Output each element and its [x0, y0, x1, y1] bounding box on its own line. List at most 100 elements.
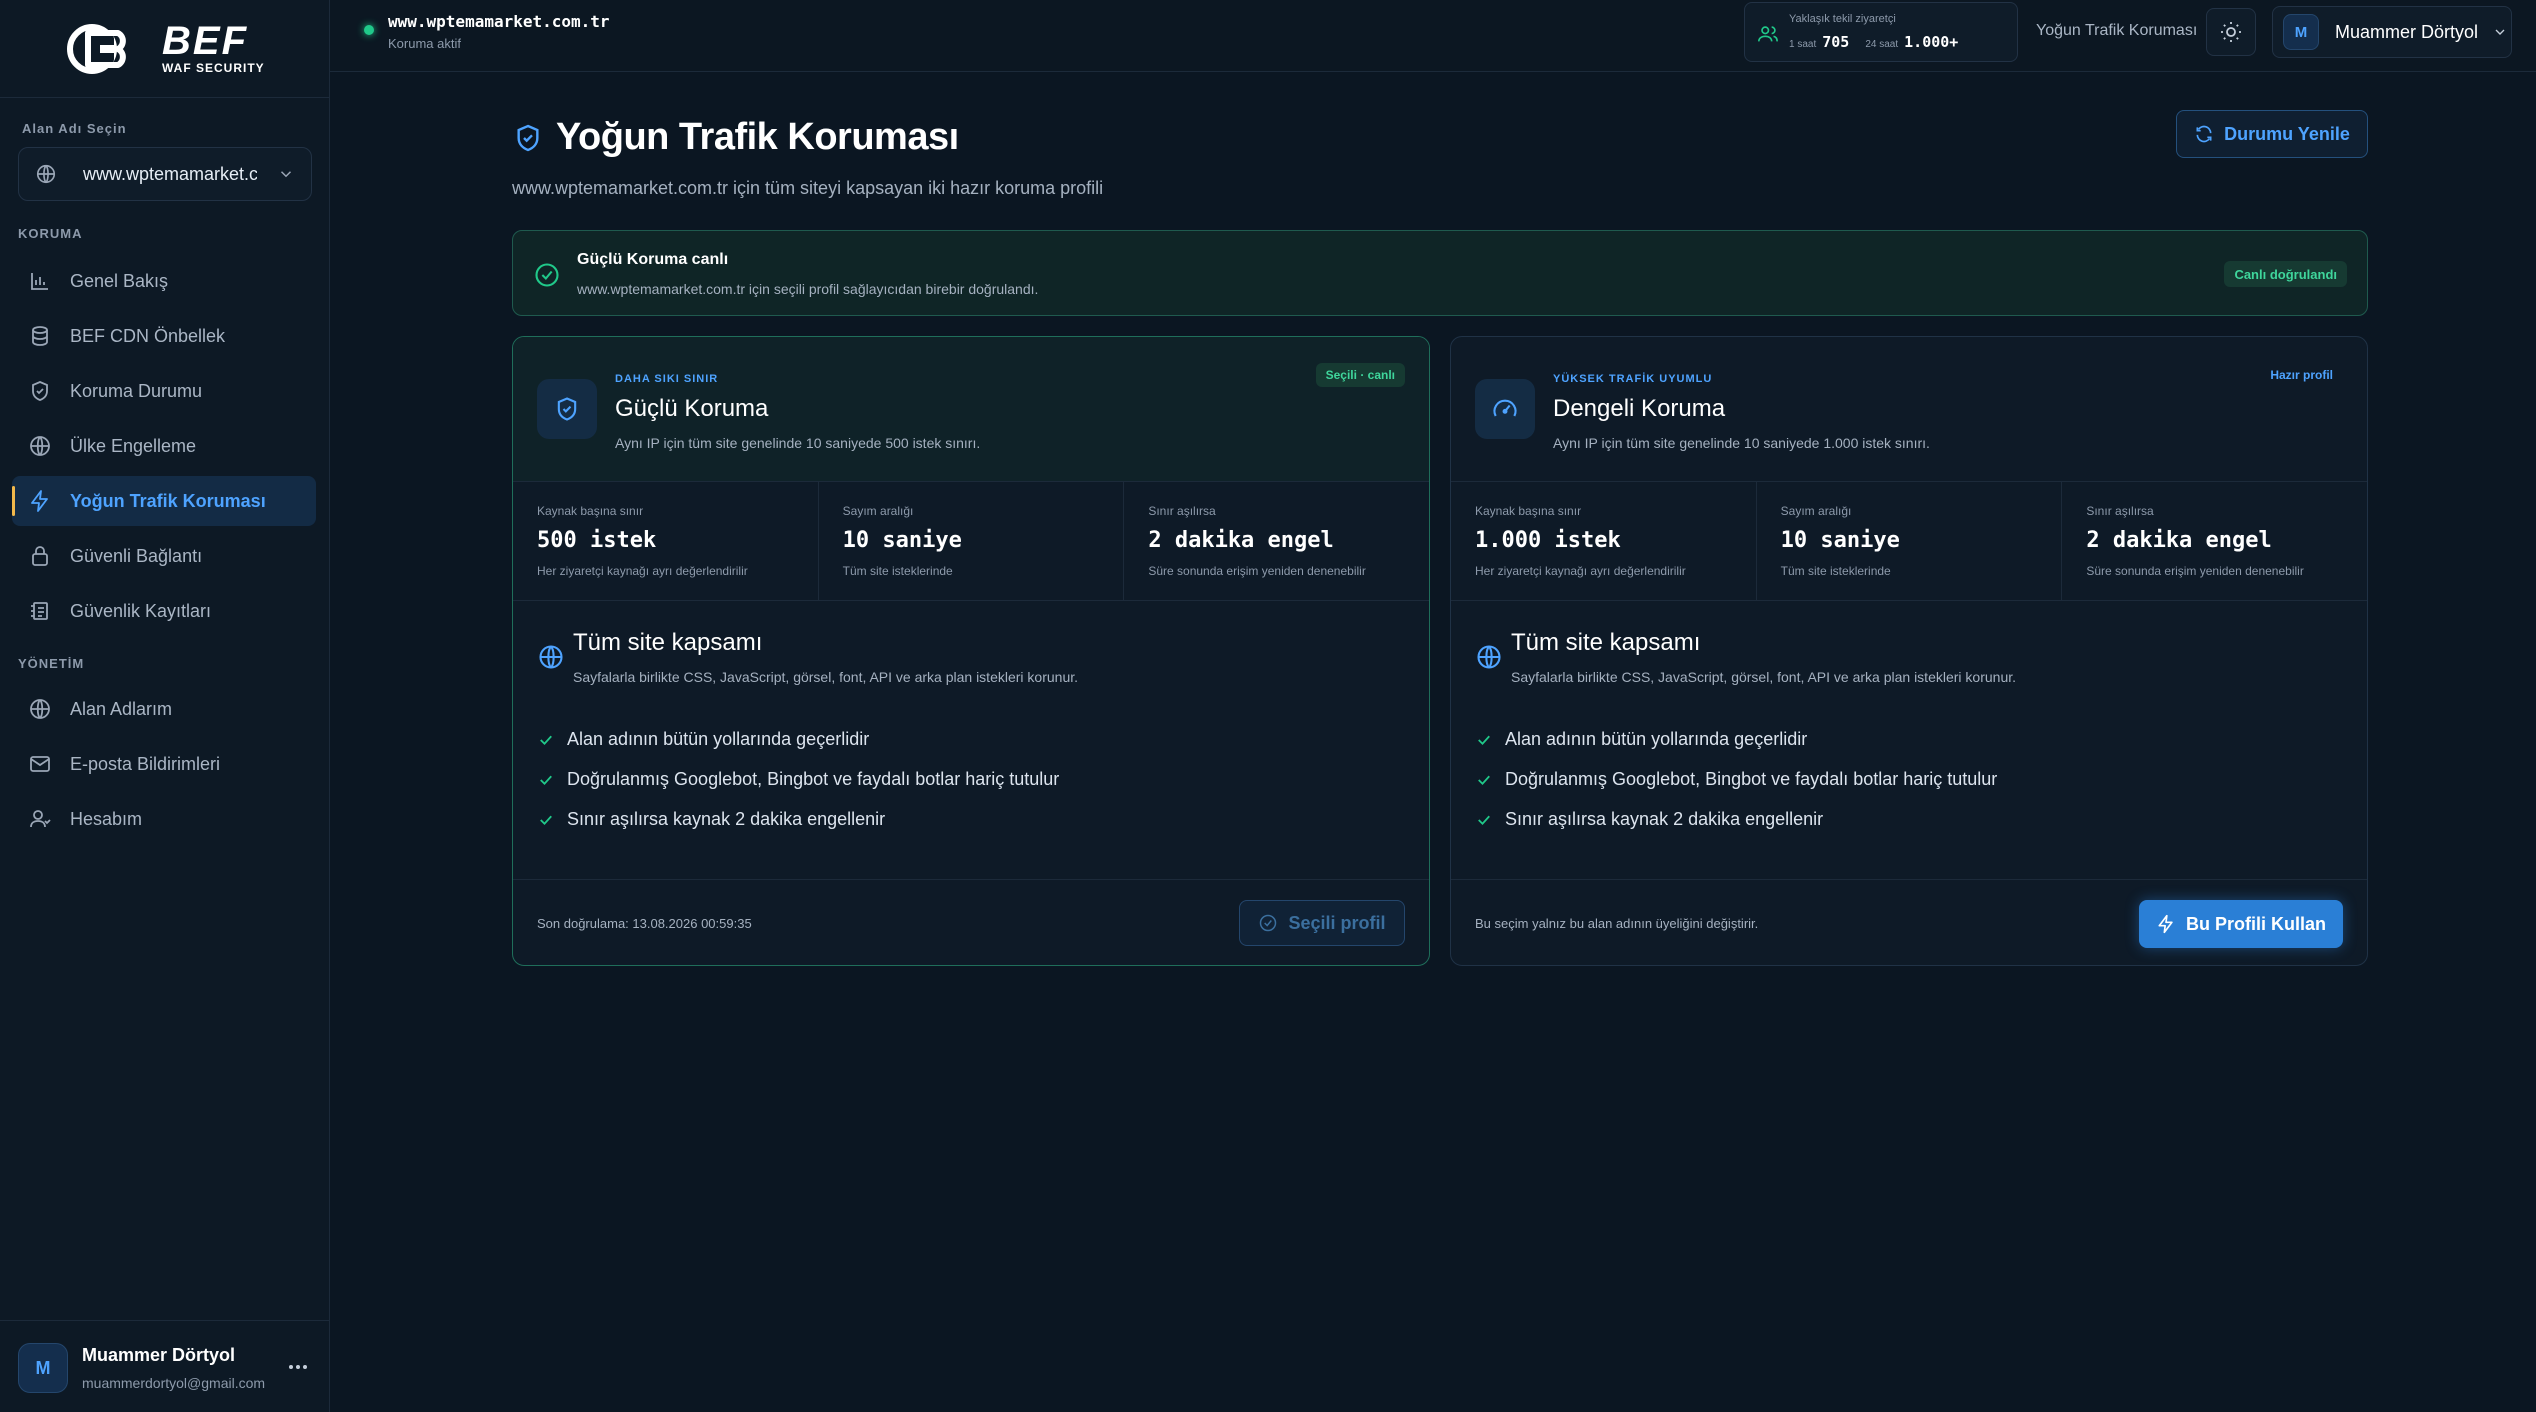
profile-icon — [1475, 379, 1535, 439]
sidebar-item-ulke-engelleme[interactable]: Ülke Engelleme — [12, 421, 316, 471]
sidebar-item-label: Ülke Engelleme — [70, 435, 197, 456]
user-email: muammerdortyol@gmail.com — [82, 1375, 266, 1391]
globe-icon — [539, 645, 563, 669]
user-icon — [30, 810, 51, 828]
domain-select[interactable]: www.wptemamarket.com.tr — [18, 147, 312, 201]
card-footer: Son doğrulama: 13.08.2026 00:59:35 Seçil… — [513, 879, 1429, 965]
page-title: Yoğun Trafik Koruması — [556, 116, 959, 158]
more-options-icon[interactable] — [286, 1355, 310, 1379]
avatar: M — [2283, 14, 2319, 50]
bolt-icon — [2158, 914, 2173, 934]
site-host: www.wptemamarket.com.tr — [388, 12, 610, 31]
check-circle-icon — [1260, 914, 1277, 932]
globe-icon — [1477, 645, 1501, 669]
theme-toggle-button[interactable] — [2206, 8, 2256, 56]
stat-interval: Sayım aralığı 10 saniye Tüm site istekle… — [819, 482, 1125, 600]
sidebar-item-label: BEF CDN Önbellek — [70, 325, 226, 346]
feature-item: Alan adının bütün yollarında geçerlidir — [1475, 729, 1807, 750]
coverage-title: Tüm site kapsamı — [1511, 629, 1701, 656]
stat-value: 2 dakika engel — [1148, 528, 1334, 553]
stat-value: 1.000 istek — [1475, 528, 1621, 553]
nav-section-yonetim: YÖNETİM — [18, 656, 85, 671]
profile-kicker: YÜKSEK TRAFİK UYUMLU — [1553, 373, 1713, 385]
shield-check-icon — [557, 397, 577, 421]
bef-logo-icon — [67, 24, 126, 74]
feature-text: Doğrulanmış Googlebot, Bingbot ve faydal… — [567, 769, 1060, 789]
status-badge: Canlı doğrulandı — [2224, 261, 2347, 287]
stat-description: Her ziyaretçi kaynağı ayrı değerlendiril… — [537, 564, 748, 578]
sidebar-item-cdn-onbellek[interactable]: BEF CDN Önbellek — [12, 311, 316, 361]
visitor-1h-label: 1 saat — [1789, 39, 1817, 50]
stat-label: Sayım aralığı — [1780, 504, 1852, 518]
status-badge: Hazır profil — [2270, 368, 2333, 382]
scope-note: Bu seçim yalnız bu alan adının üyeliğini… — [1475, 916, 1759, 931]
stat-label: Kaynak başına sınır — [1475, 504, 1582, 518]
globe-icon — [30, 699, 50, 719]
status-badge: Seçili · canlı — [1315, 363, 1405, 387]
sidebar-item-label: Güvenli Bağlantı — [70, 545, 203, 566]
coverage-description: Sayfalarla birlikte CSS, JavaScript, gör… — [573, 669, 1079, 685]
user-menu[interactable]: M Muammer Dörtyol — [2272, 6, 2512, 58]
lock-icon — [32, 546, 48, 566]
sidebar-item-genel-bakis[interactable]: Genel Bakış — [12, 256, 316, 306]
profile-title: Dengeli Koruma — [1553, 395, 1726, 422]
sidebar-item-label: Yoğun Trafik Koruması — [70, 490, 266, 511]
sidebar: BEF WAF SECURITY Alan Adı Seçin www.wpte… — [0, 0, 330, 1412]
stat-description: Her ziyaretçi kaynağı ayrı değerlendiril… — [1475, 564, 1686, 578]
shield-check-icon — [517, 124, 539, 152]
stat-description: Süre sonunda erişim yeniden denenebilir — [1148, 564, 1366, 578]
feature-item: Sınır aşılırsa kaynak 2 dakika engelleni… — [537, 809, 885, 830]
refresh-icon — [2196, 125, 2212, 143]
feature-text: Doğrulanmış Googlebot, Bingbot ve faydal… — [1505, 769, 1998, 789]
refresh-status-button[interactable]: Durumu Yenile — [2176, 110, 2368, 158]
stat-value: 500 istek — [537, 528, 657, 553]
mail-icon — [30, 756, 50, 772]
users-icon — [1758, 26, 1778, 42]
bar-chart-icon — [31, 273, 48, 290]
domain-select-label: Alan Adı Seçin — [22, 121, 127, 136]
banner-description: www.wptemamarket.com.tr için seçili prof… — [577, 281, 1039, 297]
sidebar-item-label: Alan Adlarım — [70, 698, 173, 719]
selected-profile-button[interactable]: Seçili profil — [1239, 900, 1405, 946]
sidebar-item-guvenlik-kayitlari[interactable]: Güvenlik Kayıtları — [12, 586, 316, 636]
brand-name: BEF — [162, 19, 248, 63]
sidebar-item-guvenli-baglanti[interactable]: Güvenli Bağlantı — [12, 531, 316, 581]
nav-section-koruma: KORUMA — [18, 226, 83, 241]
sidebar-item-label: Güvenlik Kayıtları — [70, 600, 212, 621]
stat-description: Tüm site isteklerinde — [1780, 564, 1891, 578]
sidebar-item-hesabim[interactable]: Hesabım — [12, 794, 316, 844]
sidebar-item-alan-adlarim[interactable]: Alan Adlarım — [12, 684, 316, 734]
avatar[interactable]: M — [18, 1343, 68, 1393]
sidebar-user-card: M Muammer Dörtyol muammerdortyol@gmail.c… — [0, 1320, 330, 1412]
selected-profile-label: Seçili profil — [1288, 912, 1386, 933]
bolt-icon — [31, 490, 48, 512]
stat-value: 10 saniye — [842, 528, 962, 553]
sidebar-item-yogun-trafik-korumasi[interactable]: Yoğun Trafik Koruması — [12, 476, 316, 526]
banner-title: Güçlü Koruma canlı — [577, 251, 729, 268]
profile-stats: Kaynak başına sınır 1.000 istek Her ziya… — [1451, 481, 2367, 601]
live-status-banner: Güçlü Koruma canlı www.wptemamarket.com.… — [512, 230, 2368, 316]
stat-limit: Kaynak başına sınır 1.000 istek Her ziya… — [1451, 482, 1757, 600]
domain-select-value: www.wptemamarket.com.tr — [83, 163, 257, 184]
globe-icon — [30, 436, 50, 456]
feature-text: Alan adının bütün yollarında geçerlidir — [567, 729, 870, 749]
sidebar-item-koruma-durumu[interactable]: Koruma Durumu — [12, 366, 316, 416]
gauge-icon — [1493, 399, 1517, 417]
status-dot — [364, 25, 374, 35]
visitor-1h-value: 705 — [1822, 33, 1850, 51]
sidebar-item-eposta-bildirimleri[interactable]: E-posta Bildirimleri — [12, 739, 316, 789]
stat-interval: Sayım aralığı 10 saniye Tüm site istekle… — [1757, 482, 2063, 600]
stat-value: 10 saniye — [1780, 528, 1900, 553]
sidebar-item-label: Koruma Durumu — [70, 380, 203, 401]
use-profile-button[interactable]: Bu Profili Kullan — [2139, 900, 2343, 948]
check-circle-icon — [535, 263, 559, 287]
page-subtitle: www.wptemamarket.com.tr için tüm siteyi … — [512, 178, 1104, 198]
profile-title: Güçlü Koruma — [615, 395, 769, 422]
stat-block: Sınır aşılırsa 2 dakika engel Süre sonun… — [1124, 482, 1429, 600]
feature-text: Sınır aşılırsa kaynak 2 dakika engelleni… — [567, 809, 886, 829]
profile-stats: Kaynak başına sınır 500 istek Her ziyare… — [513, 481, 1429, 601]
brand-logo[interactable]: BEF WAF SECURITY — [66, 14, 265, 84]
visitor-24h-value: 1.000+ — [1904, 33, 1959, 51]
sidebar-item-label: Hesabım — [70, 808, 143, 829]
feature-text: Sınır aşılırsa kaynak 2 dakika engelleni… — [1505, 809, 1824, 829]
